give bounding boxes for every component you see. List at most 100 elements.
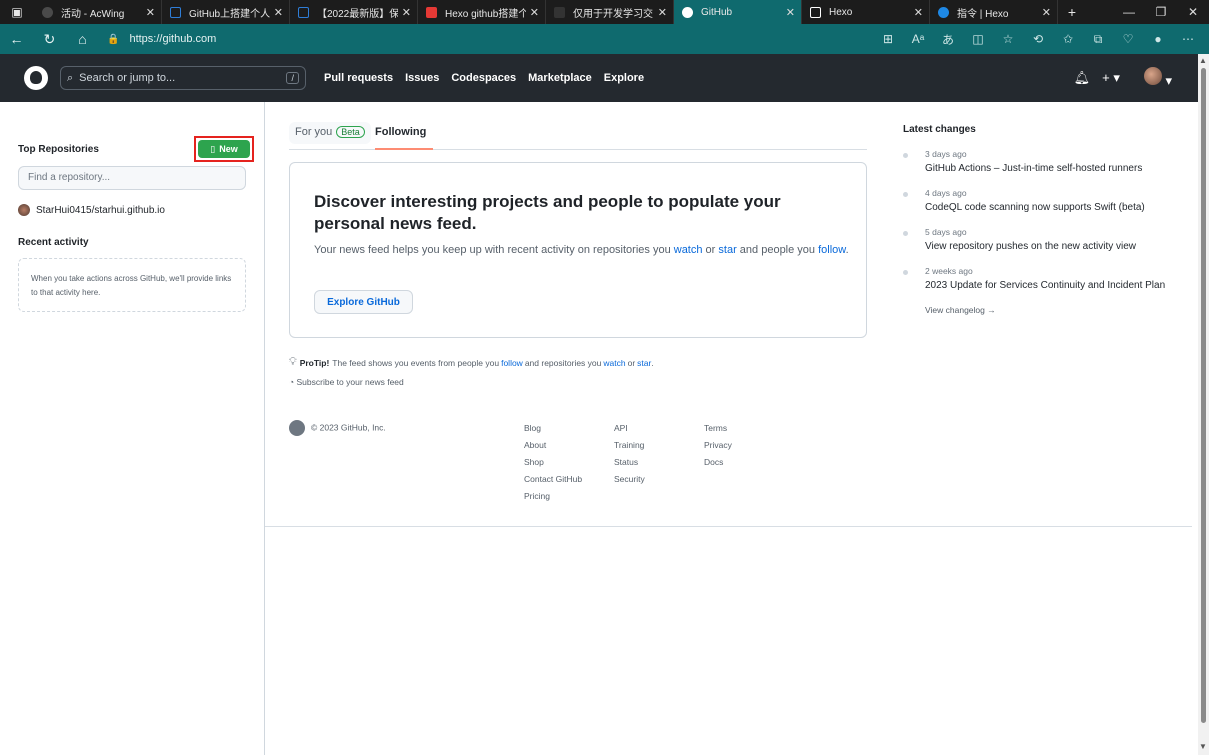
new-repository-button[interactable]: ▯ New — [198, 140, 250, 158]
text-part: Your news feed helps you keep up with re… — [314, 244, 674, 256]
scroll-up-icon[interactable]: ▲ — [1199, 56, 1207, 65]
footer-link[interactable]: Terms — [704, 420, 732, 437]
timeline-dot — [903, 153, 908, 158]
github-logo-icon[interactable] — [24, 66, 48, 90]
new-repository-button-highlight: ▯ New — [194, 136, 254, 162]
protip-text: . — [651, 357, 654, 368]
tab-close-icon[interactable]: ✕ — [914, 6, 923, 19]
repo-link[interactable]: StarHui0415/starhui.github.io — [18, 204, 165, 216]
browser-tab-4[interactable]: Hexo github搭建个 ✕ — [418, 0, 546, 24]
scrollbar-thumb[interactable] — [1201, 68, 1206, 723]
browser-tab-2[interactable]: GitHub上搭建个人 ✕ — [162, 0, 290, 24]
browser-tab-6[interactable]: GitHub ✕ — [674, 0, 802, 24]
performance-icon[interactable]: ♡ — [1113, 32, 1143, 46]
close-window-icon[interactable]: ✕ — [1177, 5, 1209, 19]
browser-tab-bar: ▣ 活动 - AcWing ✕ GitHub上搭建个人 ✕ 【2022最新版】保 ✕ … — [0, 0, 1209, 24]
tab-close-icon[interactable]: ✕ — [786, 6, 795, 19]
tab-favicon-icon — [554, 6, 565, 18]
footer-col-1: Blog About Shop Contact GitHub Pricing — [524, 420, 582, 505]
text-part: and people you — [736, 244, 819, 256]
footer-link[interactable]: Contact GitHub — [524, 471, 582, 488]
footer-link[interactable]: Shop — [524, 454, 582, 471]
discover-text: Your news feed helps you keep up with re… — [314, 241, 854, 259]
protip-text: The feed shows you events from people yo… — [332, 357, 500, 368]
browser-tab-5[interactable]: 仅用于开发学习交 ✕ — [546, 0, 674, 24]
profile-icon[interactable]: ● — [1143, 32, 1173, 46]
subscribe-link[interactable]: ◔ Subscribe to your news feed — [289, 377, 404, 387]
app-icon[interactable]: ⊞ — [873, 32, 903, 46]
favorite-star-icon[interactable]: ☆ — [993, 32, 1023, 46]
footer-link[interactable]: Blog — [524, 420, 582, 437]
change-item: 3 days ago GitHub Actions – Just-in-time … — [903, 149, 1173, 176]
refresh-icon[interactable]: ↻ — [33, 31, 66, 48]
recent-activity-box: When you take actions across GitHub, we'… — [18, 258, 246, 312]
split-screen-icon[interactable]: ◫ — [963, 32, 993, 46]
read-aloud-icon[interactable]: Aᵃ — [903, 32, 933, 46]
find-repository-input[interactable]: Find a repository... — [18, 166, 246, 190]
collections-icon[interactable]: ⧉ — [1083, 32, 1113, 47]
tab-favicon-icon — [170, 6, 181, 18]
github-footer-logo-icon[interactable] — [289, 420, 305, 436]
footer-link[interactable]: About — [524, 437, 582, 454]
nav-codespaces[interactable]: Codespaces — [451, 72, 516, 84]
browser-tab-3[interactable]: 【2022最新版】保 ✕ — [290, 0, 418, 24]
scroll-down-icon[interactable]: ▼ — [1199, 742, 1207, 751]
nav-issues[interactable]: Issues — [405, 72, 439, 84]
rss-icon: ◔ — [289, 377, 297, 387]
watch-link[interactable]: watch — [674, 244, 703, 256]
tab-for-you[interactable]: For you Beta — [289, 122, 371, 144]
nav-pull-requests[interactable]: Pull requests — [324, 72, 393, 84]
minimize-icon[interactable]: — — [1113, 5, 1145, 19]
tab-close-icon[interactable]: ✕ — [402, 6, 411, 19]
translate-icon[interactable]: あ — [933, 31, 963, 48]
text-part: or — [702, 244, 719, 256]
browser-tab-7[interactable]: Hexo ✕ — [802, 0, 930, 24]
protip-watch-link[interactable]: watch — [603, 358, 625, 368]
new-tab-button[interactable]: + — [1058, 4, 1086, 20]
change-link[interactable]: CodeQL code scanning now supports Swift … — [925, 200, 1173, 215]
tab-actions-icon[interactable]: ▣ — [0, 5, 34, 19]
footer-link[interactable]: Status — [614, 454, 645, 471]
back-icon[interactable]: ← — [0, 31, 33, 47]
nav-explore[interactable]: Explore — [604, 72, 644, 84]
extensions-icon[interactable]: ⟲ — [1023, 32, 1053, 46]
follow-link[interactable]: follow — [818, 244, 846, 256]
page-favicon-icon — [810, 6, 821, 18]
tab-close-icon[interactable]: ✕ — [274, 6, 283, 19]
footer-link[interactable]: API — [614, 420, 645, 437]
protip-star-link[interactable]: star — [637, 358, 651, 368]
restore-icon[interactable]: ❐ — [1145, 5, 1177, 19]
bell-icon[interactable]: 🔔︎ — [1074, 70, 1091, 86]
view-changelog-link[interactable]: View changelog → — [903, 305, 1173, 315]
tab-for-you-label: For you — [295, 126, 333, 138]
change-link[interactable]: GitHub Actions – Just-in-time self-hoste… — [925, 161, 1173, 176]
footer-link[interactable]: Docs — [704, 454, 732, 471]
search-input[interactable]: ⌕ Search or jump to... / — [60, 66, 306, 90]
more-icon[interactable]: ⋯ — [1173, 32, 1203, 46]
browser-tab-1[interactable]: 活动 - AcWing ✕ — [34, 0, 162, 24]
explore-github-button[interactable]: Explore GitHub — [314, 290, 413, 314]
change-link[interactable]: View repository pushes on the new activi… — [925, 239, 1173, 254]
protip-follow-link[interactable]: follow — [501, 358, 523, 368]
tab-close-icon[interactable]: ✕ — [658, 6, 667, 19]
tab-close-icon[interactable]: ✕ — [530, 6, 539, 19]
avatar[interactable]: ▾ — [1132, 67, 1172, 89]
tab-following[interactable]: Following — [375, 126, 426, 138]
tab-favicon-icon — [938, 6, 949, 18]
change-link[interactable]: 2023 Update for Services Continuity and … — [925, 278, 1173, 293]
star-link[interactable]: star — [718, 244, 736, 256]
url-field[interactable]: 🔒 https://github.com — [107, 33, 216, 45]
favorites-icon[interactable]: ✩ — [1053, 32, 1083, 46]
home-icon[interactable]: ⌂ — [66, 31, 99, 47]
github-header: ⌕ Search or jump to... / Pull requests I… — [0, 54, 1198, 102]
tab-close-icon[interactable]: ✕ — [1042, 6, 1051, 19]
footer-link[interactable]: Security — [614, 471, 645, 488]
page-scrollbar[interactable]: ▲ ▼ — [1198, 54, 1209, 755]
footer-link[interactable]: Privacy — [704, 437, 732, 454]
footer-link[interactable]: Pricing — [524, 488, 582, 505]
nav-marketplace[interactable]: Marketplace — [528, 72, 592, 84]
browser-tab-8[interactable]: 指令 | Hexo ✕ — [930, 0, 1058, 24]
tab-close-icon[interactable]: ✕ — [146, 6, 155, 19]
create-new-menu[interactable]: + ▾ — [1102, 70, 1120, 86]
footer-link[interactable]: Training — [614, 437, 645, 454]
